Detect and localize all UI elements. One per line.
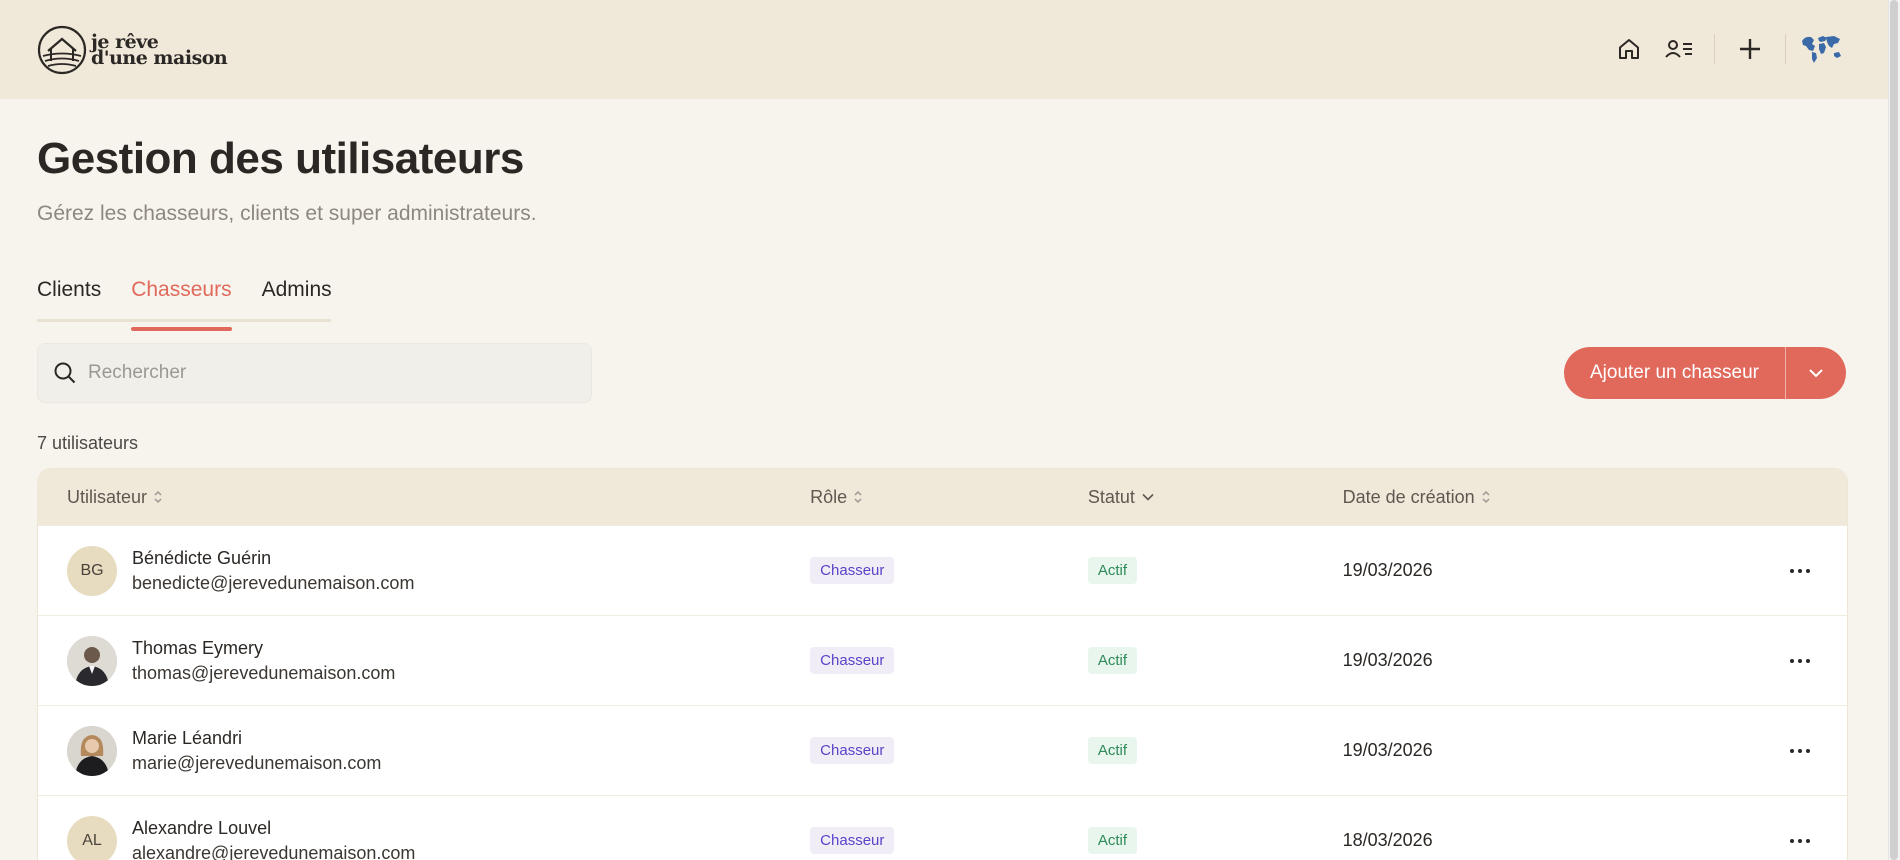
page-scrollbar[interactable] — [1888, 0, 1900, 860]
more-icon[interactable] — [1789, 568, 1810, 573]
user-name: Marie Léandri — [132, 727, 243, 748]
user-email: thomas@jerevedunemaison.com — [132, 662, 396, 683]
user-type-tabs: Clients Chasseurs Admins — [37, 278, 332, 331]
avatar-photo — [67, 725, 117, 776]
globe-icon — [1802, 36, 1841, 63]
chevron-down-icon — [1809, 369, 1823, 378]
column-label: Utilisateur — [67, 486, 148, 507]
column-label: Statut — [1087, 486, 1135, 507]
role-badge: Chasseur — [810, 557, 895, 584]
top-actions — [1604, 24, 1846, 74]
user-photo-icon — [67, 725, 117, 776]
user-email: marie@jerevedunemaison.com — [132, 752, 382, 773]
tab-admins[interactable]: Admins — [262, 278, 362, 319]
user-name: Bénédicte Guérin — [132, 547, 272, 568]
language-globe-button[interactable] — [1796, 24, 1846, 74]
table-row[interactable]: AL Alexandre Louvel alexandre@jerevedune… — [38, 795, 1847, 860]
users-list-button[interactable] — [1654, 24, 1704, 74]
page-title: Gestion des utilisateurs — [37, 134, 524, 183]
sort-icon — [1482, 490, 1490, 504]
search-icon — [54, 362, 76, 384]
page-subtitle: Gérez les chasseurs, clients et super ad… — [37, 202, 537, 225]
table-row[interactable]: Marie Léandri marie@jerevedunemaison.com… — [38, 705, 1847, 795]
chevron-down-icon — [1142, 493, 1154, 501]
user-name: Alexandre Louvel — [132, 817, 272, 838]
users-list-icon — [1665, 40, 1692, 58]
avatar: BG — [67, 545, 117, 596]
more-icon[interactable] — [1789, 658, 1810, 663]
role-badge: Chasseur — [810, 737, 895, 764]
user-email: benedicte@jerevedunemaison.com — [132, 572, 415, 593]
status-badge: Actif — [1087, 737, 1138, 764]
user-photo-icon — [67, 635, 117, 686]
avatar: AL — [67, 815, 117, 860]
role-badge: Chasseur — [810, 827, 895, 854]
toolbar-divider — [1714, 34, 1715, 64]
brand-name: je rêve d'une maison — [91, 32, 228, 69]
logo-mark-icon — [37, 25, 87, 74]
table-row[interactable]: BG Bénédicte Guérin benedicte@jerevedune… — [38, 525, 1847, 615]
plus-icon — [1740, 39, 1760, 59]
sort-icon — [854, 490, 862, 504]
add-button[interactable] — [1725, 24, 1775, 74]
user-name: Thomas Eymery — [132, 637, 264, 658]
creation-date: 18/03/2026 — [1342, 830, 1433, 850]
role-badge: Chasseur — [810, 647, 895, 674]
tab-clients[interactable]: Clients — [37, 278, 131, 319]
column-label: Rôle — [810, 486, 848, 507]
more-icon[interactable] — [1789, 748, 1810, 753]
column-header-role[interactable]: Rôle — [810, 487, 1088, 508]
avatar-photo — [67, 635, 117, 686]
add-hunter-button[interactable]: Ajouter un chasseur — [1564, 347, 1785, 399]
column-header-user[interactable]: Utilisateur — [38, 487, 810, 508]
users-table: Utilisateur Rôle Statut Date de création… — [37, 468, 1848, 860]
add-options-button[interactable] — [1786, 347, 1846, 399]
sort-icon — [154, 490, 162, 504]
home-icon — [1619, 39, 1639, 59]
status-badge: Actif — [1087, 827, 1138, 854]
status-badge: Actif — [1087, 557, 1138, 584]
user-cell: BG Bénédicte Guérin benedicte@jerevedune… — [38, 545, 810, 596]
creation-date: 19/03/2026 — [1342, 650, 1433, 670]
list-toolbar: Ajouter un chasseur — [37, 343, 1848, 403]
table-header: Utilisateur Rôle Statut Date de création — [38, 469, 1847, 525]
brand-logo[interactable]: je rêve d'une maison — [37, 25, 228, 75]
user-cell: Marie Léandri marie@jerevedunemaison.com — [38, 725, 810, 776]
column-header-status[interactable]: Statut — [1088, 487, 1343, 508]
more-icon[interactable] — [1789, 838, 1810, 843]
scrollbar-thumb[interactable] — [1890, 0, 1898, 860]
add-hunter-split-button: Ajouter un chasseur — [1564, 347, 1846, 399]
top-bar: je rêve d'une maison — [0, 0, 1888, 99]
brand-line-2: d'une maison — [91, 46, 228, 69]
creation-date: 19/03/2026 — [1342, 560, 1433, 580]
search-input[interactable] — [88, 362, 568, 384]
user-cell: Thomas Eymery thomas@jerevedunemaison.co… — [38, 635, 810, 686]
table-row[interactable]: Thomas Eymery thomas@jerevedunemaison.co… — [38, 615, 1847, 705]
tab-chasseurs[interactable]: Chasseurs — [131, 278, 261, 331]
column-label: Date de création — [1342, 486, 1475, 507]
status-badge: Actif — [1087, 647, 1138, 674]
search-box — [37, 343, 592, 403]
creation-date: 19/03/2026 — [1342, 740, 1433, 760]
user-count: 7 utilisateurs — [37, 433, 139, 453]
main-content: Gestion des utilisateurs Gérez les chass… — [37, 99, 1848, 860]
toolbar-divider — [1785, 34, 1786, 64]
home-button[interactable] — [1604, 24, 1654, 74]
user-cell: AL Alexandre Louvel alexandre@jerevedune… — [38, 815, 810, 860]
user-email: alexandre@jerevedunemaison.com — [132, 842, 416, 860]
column-header-date[interactable]: Date de création — [1343, 487, 1753, 508]
